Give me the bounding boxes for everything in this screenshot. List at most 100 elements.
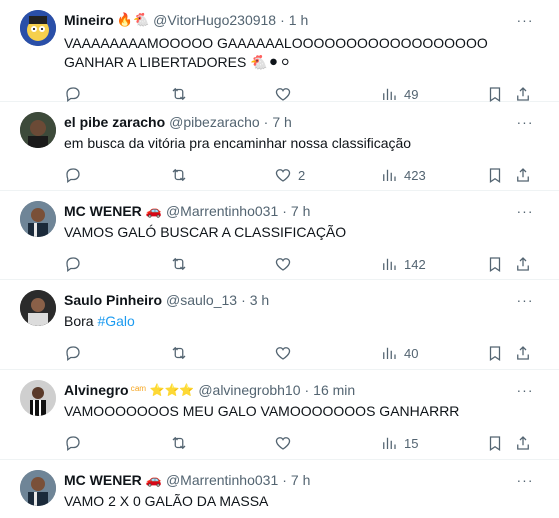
handle[interactable]: @Marrentinho031 bbox=[166, 472, 278, 488]
like-button[interactable] bbox=[274, 344, 298, 362]
tweet[interactable]: MC WENER 🚗 @Marrentinho031 · 7 h ··· VAM… bbox=[0, 460, 559, 518]
more-options-icon[interactable]: ··· bbox=[515, 112, 535, 132]
hashtag-link[interactable]: #Galo bbox=[97, 313, 134, 329]
name-badges: ᶜᵃᵐ ⭐⭐⭐ bbox=[130, 383, 195, 397]
timestamp[interactable]: 16 min bbox=[313, 382, 355, 398]
retweet-button[interactable] bbox=[170, 434, 194, 452]
views-button[interactable]: 423 bbox=[380, 166, 426, 184]
avatar-image bbox=[20, 290, 56, 326]
reply-button[interactable] bbox=[64, 166, 88, 184]
bookmark-button[interactable] bbox=[486, 85, 504, 103]
avatar[interactable] bbox=[20, 10, 56, 46]
tweet-header: Alvinegro ᶜᵃᵐ ⭐⭐⭐ @alvinegrobh10 · 16 mi… bbox=[64, 380, 543, 400]
bookmark-button[interactable] bbox=[486, 344, 504, 362]
timestamp[interactable]: 3 h bbox=[250, 292, 269, 308]
retweet-icon bbox=[172, 346, 186, 360]
display-name[interactable]: Mineiro bbox=[64, 12, 114, 28]
more-options-icon[interactable]: ··· bbox=[515, 470, 535, 490]
tweet[interactable]: Saulo Pinheiro @saulo_13 · 3 h ··· Bora … bbox=[0, 280, 559, 370]
display-name[interactable]: el pibe zaracho bbox=[64, 114, 165, 130]
avatar[interactable] bbox=[20, 201, 56, 237]
view-count: 142 bbox=[404, 256, 426, 272]
share-button[interactable] bbox=[514, 255, 532, 273]
bookmark-icon bbox=[489, 168, 501, 183]
reply-feed: Mineiro 🔥🐔 @VitorHugo230918 · 1 h ··· VA… bbox=[0, 0, 559, 518]
more-options-icon[interactable]: ··· bbox=[515, 10, 535, 30]
tweet[interactable]: Alvinegro ᶜᵃᵐ ⭐⭐⭐ @alvinegrobh10 · 16 mi… bbox=[0, 370, 559, 460]
avatar[interactable] bbox=[20, 380, 56, 416]
handle[interactable]: @alvinegrobh10 bbox=[198, 382, 300, 398]
separator-dot: · bbox=[304, 382, 310, 398]
reply-button[interactable] bbox=[64, 434, 88, 452]
views-icon bbox=[383, 437, 396, 449]
reply-button[interactable] bbox=[64, 255, 88, 273]
share-button[interactable] bbox=[514, 344, 532, 362]
tweet-actions: 40 bbox=[64, 335, 543, 371]
separator-dot: · bbox=[280, 12, 285, 28]
heart-icon bbox=[275, 437, 291, 450]
reply-icon bbox=[66, 436, 80, 452]
like-button[interactable]: 2 bbox=[274, 166, 305, 184]
tweet-actions: 15 bbox=[64, 425, 543, 461]
view-count: 423 bbox=[404, 167, 426, 183]
handle[interactable]: @pibezaracho bbox=[169, 114, 260, 130]
like-count: 2 bbox=[298, 167, 306, 183]
display-name[interactable]: MC WENER bbox=[64, 203, 142, 219]
avatar-image bbox=[20, 380, 56, 416]
tweet-text: em busca da vitória pra encaminhar nossa… bbox=[64, 135, 412, 151]
timestamp[interactable]: 7 h bbox=[272, 114, 291, 130]
retweet-button[interactable] bbox=[170, 255, 194, 273]
name-badges: 🚗 bbox=[145, 203, 162, 218]
more-options-icon[interactable]: ··· bbox=[515, 380, 535, 400]
handle[interactable]: @Marrentinho031 bbox=[166, 203, 278, 219]
avatar[interactable] bbox=[20, 290, 56, 326]
views-button[interactable]: 142 bbox=[380, 255, 426, 273]
retweet-button[interactable] bbox=[170, 85, 194, 103]
reply-button[interactable] bbox=[64, 344, 88, 362]
tweet[interactable]: el pibe zaracho @pibezaracho · 7 h ··· e… bbox=[0, 102, 559, 191]
more-options-icon[interactable]: ··· bbox=[515, 290, 535, 310]
separator-dot: · bbox=[241, 292, 246, 308]
like-button[interactable] bbox=[274, 434, 298, 452]
views-icon bbox=[383, 88, 396, 100]
handle[interactable]: @VitorHugo230918 bbox=[153, 12, 276, 28]
tweet-header: MC WENER 🚗 @Marrentinho031 · 7 h bbox=[64, 201, 543, 221]
avatar[interactable] bbox=[20, 470, 56, 506]
avatar[interactable] bbox=[20, 112, 56, 148]
retweet-button[interactable] bbox=[170, 166, 194, 184]
views-button[interactable]: 40 bbox=[380, 344, 418, 362]
tweet[interactable]: Mineiro 🔥🐔 @VitorHugo230918 · 1 h ··· VA… bbox=[0, 0, 559, 103]
display-name[interactable]: MC WENER bbox=[64, 472, 142, 488]
reply-icon bbox=[66, 168, 80, 184]
share-button[interactable] bbox=[514, 434, 532, 452]
tweet[interactable]: MC WENER 🚗 @Marrentinho031 · 7 h ··· VAM… bbox=[0, 191, 559, 280]
display-name[interactable]: Saulo Pinheiro bbox=[64, 292, 162, 308]
timestamp[interactable]: 1 h bbox=[289, 12, 308, 28]
timestamp[interactable]: 7 h bbox=[291, 472, 310, 488]
bookmark-button[interactable] bbox=[486, 255, 504, 273]
reply-button[interactable] bbox=[64, 85, 88, 103]
retweet-button[interactable] bbox=[170, 344, 194, 362]
avatar-image bbox=[20, 470, 56, 506]
heart-icon bbox=[275, 88, 291, 101]
bookmark-button[interactable] bbox=[486, 166, 504, 184]
timestamp[interactable]: 7 h bbox=[291, 203, 310, 219]
views-button[interactable]: 15 bbox=[380, 434, 418, 452]
tweet-header: el pibe zaracho @pibezaracho · 7 h bbox=[64, 112, 543, 132]
views-icon bbox=[383, 258, 396, 270]
tweet-header: Mineiro 🔥🐔 @VitorHugo230918 · 1 h bbox=[64, 10, 543, 30]
handle[interactable]: @saulo_13 bbox=[166, 292, 237, 308]
separator-dot: · bbox=[282, 203, 287, 219]
views-button[interactable]: 49 bbox=[380, 85, 418, 103]
bookmark-button[interactable] bbox=[486, 434, 504, 452]
display-name[interactable]: Alvinegro bbox=[64, 382, 129, 398]
reply-icon bbox=[66, 257, 80, 273]
share-button[interactable] bbox=[514, 166, 532, 184]
tweet-text: VAMO 2 X 0 GALÃO DA MASSA bbox=[64, 493, 269, 509]
retweet-icon bbox=[172, 87, 186, 101]
share-button[interactable] bbox=[514, 85, 532, 103]
separator-dot: · bbox=[263, 114, 269, 130]
more-options-icon[interactable]: ··· bbox=[515, 201, 535, 221]
like-button[interactable] bbox=[274, 85, 298, 103]
like-button[interactable] bbox=[274, 255, 298, 273]
